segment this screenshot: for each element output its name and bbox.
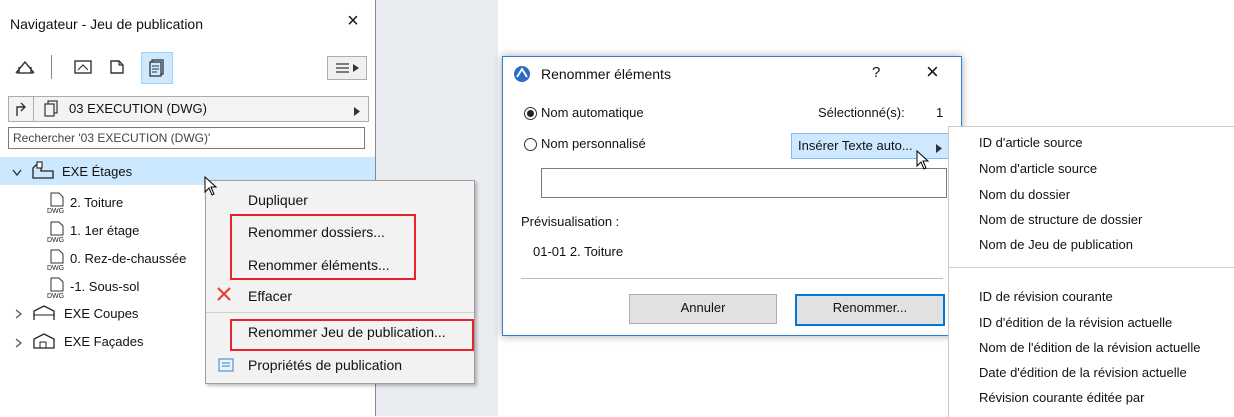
navigator-title: Navigateur - Jeu de publication xyxy=(10,16,204,32)
mouse-cursor-icon xyxy=(204,175,218,199)
preview-label: Prévisualisation : xyxy=(521,214,620,229)
svg-text:DWG: DWG xyxy=(47,293,64,299)
chevron-down-icon[interactable] xyxy=(12,165,22,180)
navigator-menu-button[interactable] xyxy=(327,56,367,80)
autotext-item[interactable]: Nom de l'édition de la révision actuelle xyxy=(979,340,1200,355)
preview-value: 01-01 2. Toiture xyxy=(533,244,624,259)
menu-item-publish-properties[interactable]: Propriétés de publication xyxy=(248,357,402,373)
menu-separator xyxy=(206,312,474,313)
project-map-icon[interactable] xyxy=(10,52,40,82)
chevron-right-icon[interactable] xyxy=(15,336,23,351)
menu-item-rename-folders[interactable]: Renommer dossiers... xyxy=(248,224,385,240)
menu-item-rename-items[interactable]: Renommer éléments... xyxy=(248,257,390,273)
tree-leaf-item[interactable]: 2. Toiture xyxy=(70,195,123,210)
autotext-item[interactable]: Nom de structure de dossier xyxy=(979,212,1142,227)
tree-folder-label[interactable]: EXE Étages xyxy=(62,164,132,179)
selected-count-value: 1 xyxy=(936,105,944,120)
tree-folder-label[interactable]: EXE Façades xyxy=(64,334,144,349)
dialog-separator xyxy=(521,278,943,279)
autotext-item[interactable]: Nom de Jeu de publication xyxy=(979,237,1133,252)
elevation-folder-icon xyxy=(31,331,57,354)
parent-up-icon[interactable] xyxy=(9,97,34,121)
dwg-file-icon: DWG xyxy=(46,249,66,274)
menu-item-duplicate[interactable]: Dupliquer xyxy=(248,192,308,208)
arrow-right-icon[interactable] xyxy=(354,104,360,119)
svg-text:DWG: DWG xyxy=(47,237,64,243)
tree-leaf-item[interactable]: -1. Sous-sol xyxy=(70,279,139,294)
rename-button[interactable]: Renommer... xyxy=(795,294,945,326)
autotext-item[interactable]: Révision courante éditée par xyxy=(979,390,1145,405)
context-menu: Dupliquer Renommer dossiers... Renommer … xyxy=(205,180,475,384)
tree-folder-label[interactable]: EXE Coupes xyxy=(64,306,138,321)
arrow-right-icon xyxy=(936,141,942,156)
autotext-item[interactable]: Nom d'article source xyxy=(979,161,1097,176)
radio-custom-label: Nom personnalisé xyxy=(541,136,646,151)
publisher-set-name: 03 EXECUTION (DWG) xyxy=(69,101,207,116)
autotext-item[interactable]: ID d'article source xyxy=(979,135,1083,150)
rename-dialog: Renommer éléments ? × Nom automatique Sé… xyxy=(502,56,962,336)
menu-item-rename-publisher-set[interactable]: Renommer Jeu de publication... xyxy=(248,324,446,340)
chevron-right-icon[interactable] xyxy=(15,307,23,322)
autotext-item[interactable]: ID de révision courante xyxy=(979,289,1113,304)
archicad-logo-icon xyxy=(513,65,531,86)
autotext-item[interactable]: Nom du dossier xyxy=(979,187,1070,202)
autotext-submenu: ID d'article source Nom d'article source… xyxy=(948,126,1234,417)
toolbar-divider xyxy=(51,55,52,79)
svg-text:DWG: DWG xyxy=(47,208,64,214)
dialog-title: Renommer éléments xyxy=(541,66,671,82)
close-icon[interactable]: × xyxy=(341,10,365,33)
tree-leaf-item[interactable]: 0. Rez-de-chaussée xyxy=(70,251,186,266)
help-icon[interactable]: ? xyxy=(872,64,880,81)
publisher-set-selector[interactable]: 03 EXECUTION (DWG) xyxy=(8,96,369,122)
publisher-set-icon xyxy=(43,100,59,121)
cancel-button[interactable]: Annuler xyxy=(629,294,777,324)
arrow-right-icon xyxy=(352,64,359,72)
search-input[interactable]: Rechercher '03 EXECUTION (DWG)' xyxy=(8,127,365,149)
autotext-item[interactable]: Date d'édition de la révision actuelle xyxy=(979,365,1187,380)
properties-icon xyxy=(218,358,234,375)
insert-autotext-label: Insérer Texte auto... xyxy=(798,138,913,153)
svg-text:DWG: DWG xyxy=(47,265,64,271)
dwg-file-icon: DWG xyxy=(46,192,66,217)
menu-item-delete[interactable]: Effacer xyxy=(248,288,292,304)
tree-leaf-item[interactable]: 1. 1er étage xyxy=(70,223,139,238)
view-map-icon[interactable] xyxy=(68,52,98,82)
radio-custom-name[interactable] xyxy=(524,138,537,151)
publisher-sets-icon[interactable] xyxy=(141,52,173,84)
autotext-item[interactable]: ID d'édition de la révision actuelle xyxy=(979,315,1172,330)
hamburger-icon xyxy=(335,63,349,73)
mouse-cursor-icon xyxy=(916,149,930,173)
radio-automatic-name[interactable] xyxy=(524,107,537,120)
radio-automatic-label: Nom automatique xyxy=(541,105,644,120)
dwg-file-icon: DWG xyxy=(46,221,66,246)
custom-name-field[interactable] xyxy=(541,168,947,198)
submenu-separator xyxy=(949,267,1234,268)
layout-book-icon[interactable] xyxy=(103,52,133,82)
folder-icon xyxy=(31,161,57,184)
delete-x-icon xyxy=(216,286,232,305)
section-folder-icon xyxy=(31,303,57,326)
dwg-file-icon: DWG xyxy=(46,277,66,302)
close-icon[interactable]: × xyxy=(926,59,939,85)
selected-count-label: Sélectionné(s): xyxy=(818,105,905,120)
